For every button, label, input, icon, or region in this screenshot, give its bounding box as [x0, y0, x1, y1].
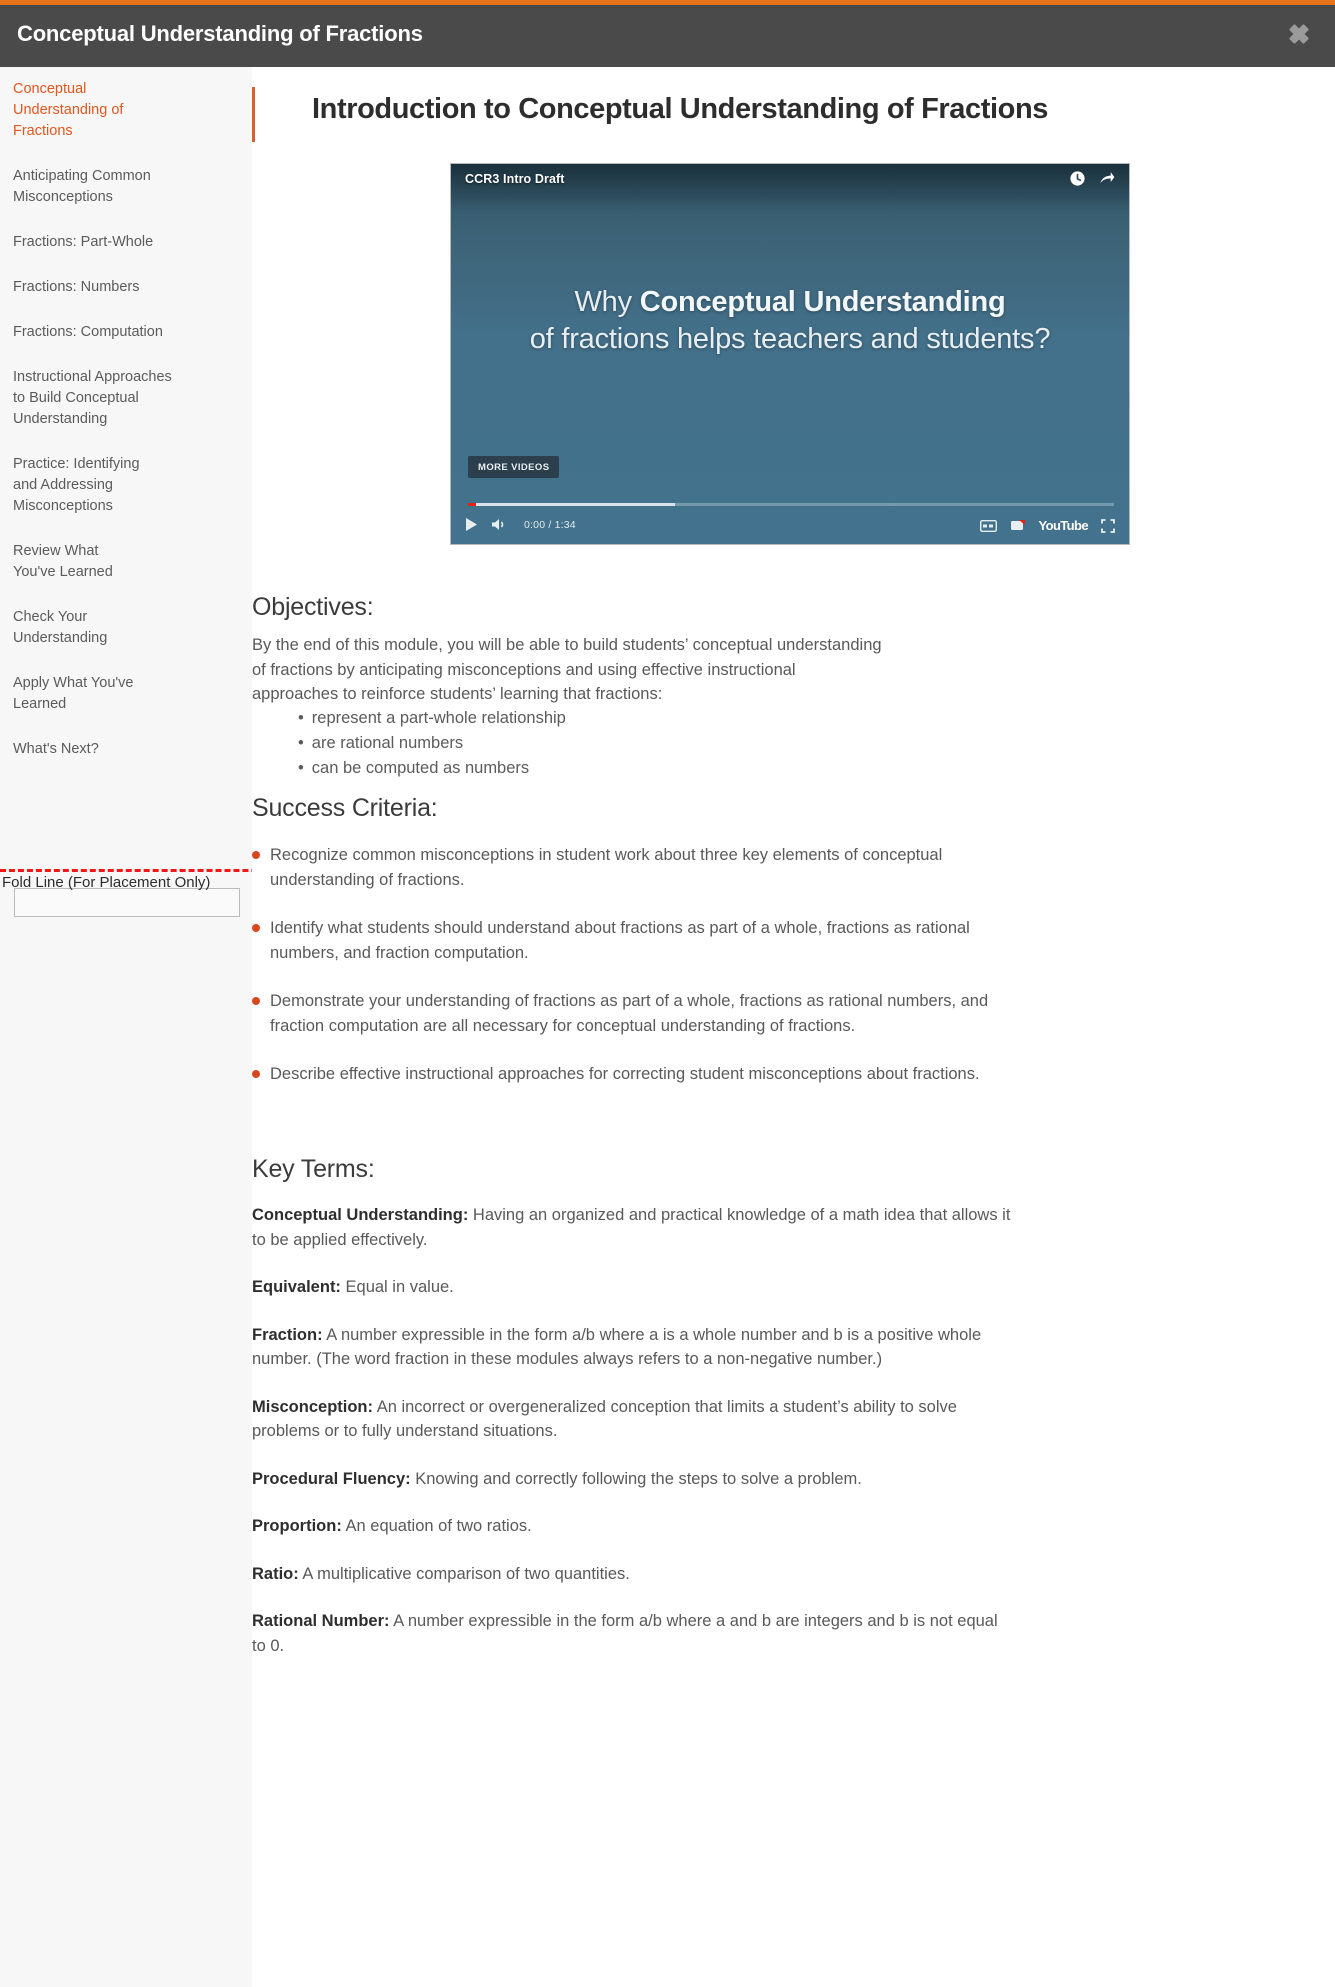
key-term-entry: Fraction: A number expressible in the fo…: [252, 1323, 1012, 1372]
list-item: represent a part-whole relationship: [298, 706, 566, 731]
video-controls: 0:00 / 1:34 YouTube: [451, 510, 1129, 544]
volume-icon[interactable]: [491, 517, 507, 532]
play-icon[interactable]: [465, 517, 478, 532]
key-term-entry: Conceptual Understanding: Having an orga…: [252, 1203, 1012, 1252]
sidebar-item-check-your-understanding[interactable]: Check Your Understanding: [13, 607, 113, 649]
title-accent-bar: [252, 87, 255, 142]
clock-icon[interactable]: [1069, 170, 1086, 187]
video-controls-left: 0:00 / 1:34: [465, 517, 576, 532]
fullscreen-icon[interactable]: [1101, 518, 1115, 533]
objectives-intro: By the end of this module, you will be a…: [252, 636, 882, 703]
success-criteria-list: Recognize common misconceptions in stude…: [252, 843, 1012, 1111]
video-headline-rest: of fractions helps teachers and students…: [529, 323, 1051, 355]
video-progress-played: [468, 503, 476, 506]
video-controls-right: YouTube: [979, 518, 1115, 533]
settings-icon[interactable]: [1010, 519, 1026, 533]
sidebar-item-fractions-computation[interactable]: Fractions: Computation: [13, 322, 218, 343]
video-title: CCR3 Intro Draft: [465, 172, 565, 186]
module-page: Conceptual Understanding of Fractions Co…: [0, 0, 1335, 1987]
key-term-label: Procedural Fluency:: [252, 1469, 411, 1488]
video-headline-bold: Conceptual Understanding: [639, 286, 1006, 318]
sidebar-item-whats-next[interactable]: What's Next?: [13, 739, 218, 760]
sidebar-item-review-what-youve-learned[interactable]: Review What You've Learned: [13, 541, 123, 583]
sidebar: Conceptual Understanding of Fractions An…: [0, 67, 252, 1987]
key-term-label: Misconception:: [252, 1397, 374, 1416]
key-term-entry: Equivalent: Equal in value.: [252, 1275, 1012, 1300]
sidebar-item-conceptual-understanding-of-fractions[interactable]: Conceptual Understanding of Fractions: [13, 79, 133, 142]
list-item: are rational numbers: [298, 731, 566, 756]
sidebar-item-fractions-numbers[interactable]: Fractions: Numbers: [13, 277, 218, 298]
youtube-logo[interactable]: YouTube: [1039, 518, 1089, 533]
video-progress-buffer: [468, 503, 675, 506]
key-term-definition: Knowing and correctly following the step…: [410, 1469, 862, 1488]
sidebar-item-anticipating-common-misconceptions[interactable]: Anticipating Common Misconceptions: [13, 166, 173, 208]
video-top-icons: [1069, 170, 1115, 187]
sidebar-search-input[interactable]: [14, 888, 240, 917]
objectives-bullet-list: represent a part-whole relationship are …: [298, 706, 566, 781]
key-term-label: Equivalent:: [252, 1278, 341, 1296]
list-item: can be computed as numbers: [298, 756, 566, 781]
sidebar-item-practice-identifying-addressing-misconceptions[interactable]: Practice: Identifying and Addressing Mis…: [13, 454, 145, 517]
app-header: Conceptual Understanding of Fractions: [0, 5, 1335, 67]
key-term-label: Proportion:: [252, 1517, 342, 1535]
key-term-label: Ratio:: [252, 1564, 299, 1583]
key-terms-heading: Key Terms:: [252, 1155, 375, 1183]
close-icon[interactable]: [1282, 17, 1316, 51]
page-title: Introduction to Conceptual Understanding…: [312, 93, 1049, 125]
list-item: Identify what students should understand…: [252, 916, 1012, 965]
main-content: Introduction to Conceptual Understanding…: [252, 67, 1335, 1987]
key-terms-list: Conceptual Understanding: Having an orga…: [252, 1203, 1012, 1681]
objectives-heading: Objectives:: [252, 593, 374, 621]
list-item: Describe effective instructional approac…: [252, 1062, 1012, 1087]
key-term-entry: Rational Number: A number expressible in…: [252, 1609, 1012, 1658]
captions-icon[interactable]: [979, 519, 997, 532]
sidebar-nav: Conceptual Understanding of Fractions An…: [13, 79, 243, 784]
key-term-entry: Ratio: A multiplicative comparison of tw…: [252, 1562, 1012, 1587]
sidebar-item-fractions-part-whole[interactable]: Fractions: Part-Whole: [13, 232, 218, 253]
fold-line-label: Fold Line (For Placement Only): [2, 874, 211, 891]
video-progress-bar[interactable]: [468, 503, 1114, 506]
sidebar-item-instructional-approaches[interactable]: Instructional Approaches to Build Concep…: [13, 367, 183, 430]
header-title: Conceptual Understanding of Fractions: [17, 21, 423, 46]
video-headline: Why Conceptual Understanding of fraction…: [451, 284, 1129, 358]
list-item: Recognize common misconceptions in stude…: [252, 843, 1012, 892]
key-term-label: Rational Number:: [252, 1612, 390, 1630]
video-headline-pre: Why: [574, 286, 640, 318]
key-term-definition: A multiplicative comparison of two quant…: [298, 1564, 630, 1583]
more-videos-button[interactable]: MORE VIDEOS: [468, 456, 560, 478]
key-term-definition: An equation of two ratios.: [341, 1517, 532, 1535]
success-criteria-heading: Success Criteria:: [252, 794, 438, 822]
list-item: Demonstrate your understanding of fracti…: [252, 989, 1012, 1038]
key-term-entry: Proportion: An equation of two ratios.: [252, 1514, 1012, 1539]
key-term-definition: Equal in value.: [340, 1278, 454, 1296]
key-term-label: Conceptual Understanding:: [252, 1206, 469, 1224]
key-term-entry: Procedural Fluency: Knowing and correctl…: [252, 1467, 1012, 1492]
video-player[interactable]: CCR3 Intro Draft Why Conceptual Understa…: [450, 163, 1130, 545]
sidebar-item-apply-what-youve-learned[interactable]: Apply What You've Learned: [13, 673, 138, 715]
key-term-label: Fraction:: [252, 1325, 323, 1344]
video-top-gradient: [451, 164, 1129, 210]
key-term-definition: A number expressible in the form a/b whe…: [252, 1325, 982, 1369]
key-term-entry: Misconception: An incorrect or overgener…: [252, 1395, 1012, 1444]
share-icon[interactable]: [1098, 170, 1115, 187]
video-time-display: 0:00 / 1:34: [524, 518, 576, 531]
